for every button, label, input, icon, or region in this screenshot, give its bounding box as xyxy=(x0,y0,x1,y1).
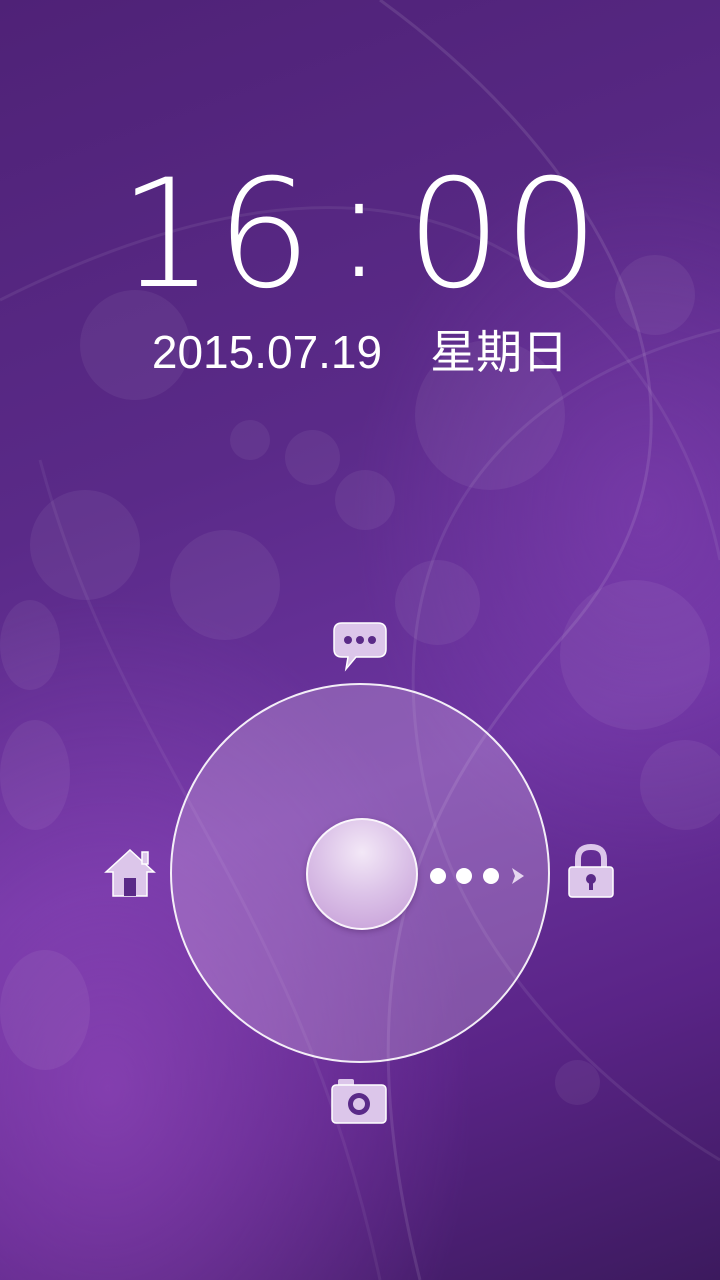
unlock-knob[interactable] xyxy=(306,818,418,930)
clock-minutes: 00 xyxy=(406,148,602,322)
date-line: 2015.07.19 星期日 xyxy=(0,322,720,382)
swipe-hint xyxy=(428,864,528,888)
arrow-right-icon xyxy=(512,868,524,884)
clock-separator: : xyxy=(333,138,387,312)
hint-dot xyxy=(430,868,446,884)
clock-hours: 16 xyxy=(118,148,314,322)
camera-icon[interactable] xyxy=(330,1077,388,1125)
clock: 16:00 xyxy=(0,150,720,310)
home-icon[interactable] xyxy=(104,846,156,898)
weekday-text: 星期日 xyxy=(430,326,569,378)
hint-dot xyxy=(483,868,499,884)
date-text: 2015.07.19 xyxy=(151,326,383,378)
hint-dot xyxy=(456,868,472,884)
lock-icon[interactable] xyxy=(566,843,616,899)
message-icon[interactable] xyxy=(332,621,388,673)
